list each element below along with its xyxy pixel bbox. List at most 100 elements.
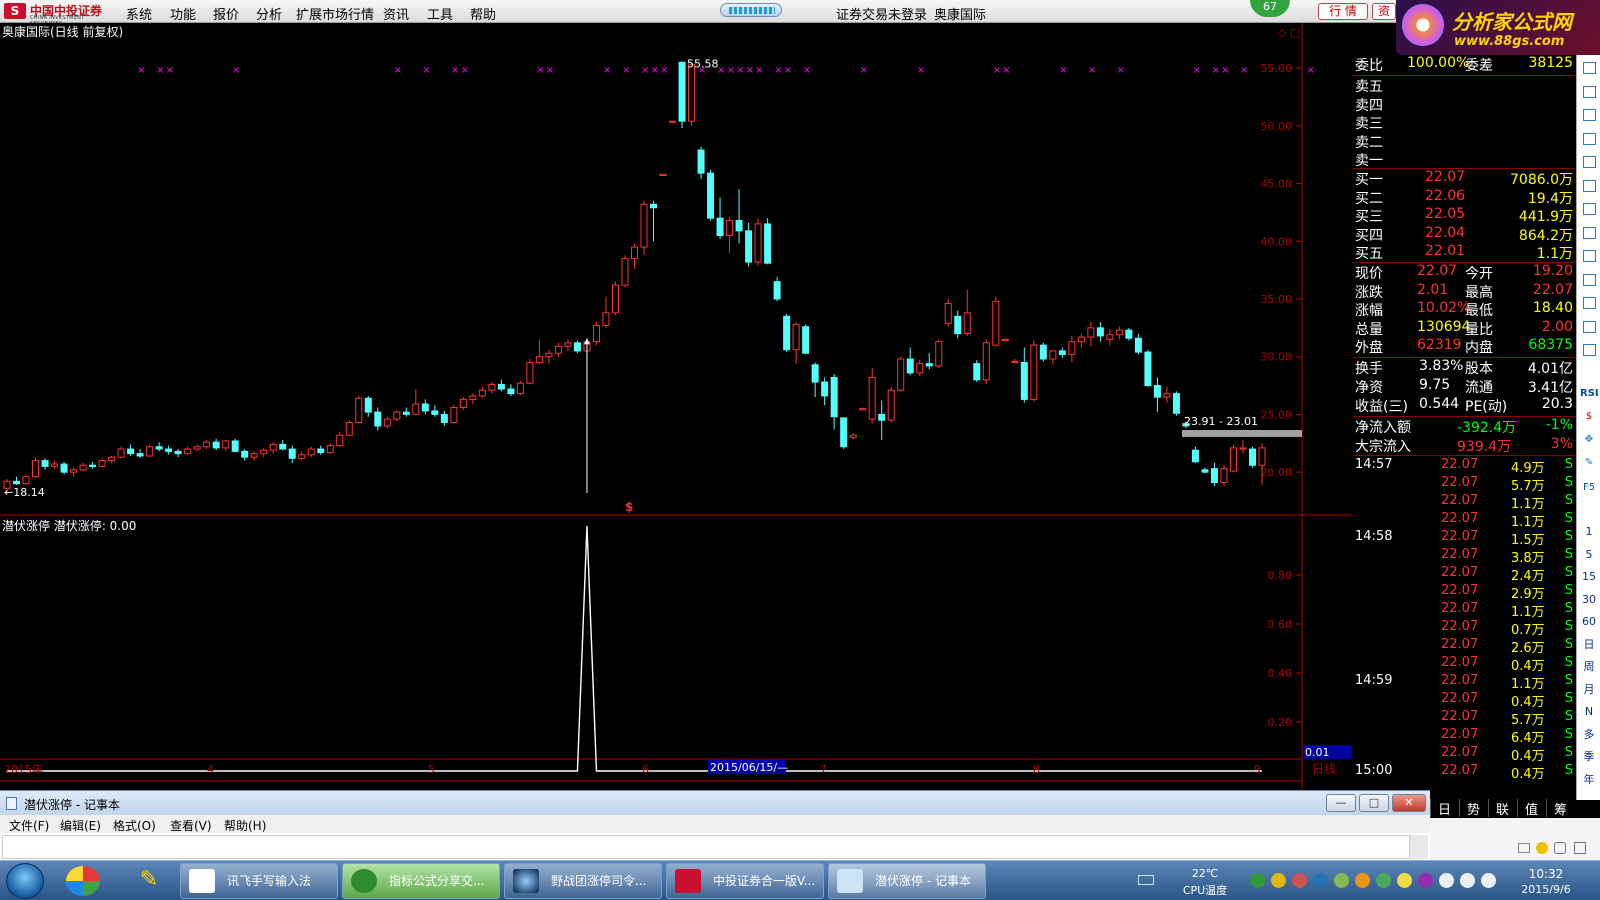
period-button[interactable]: 年 bbox=[1580, 771, 1598, 789]
kline-chart[interactable]: 奥康国际(日线 前复权) ◇ □ 55.00 50.00 45.00 40.00 35.… bbox=[0, 23, 1353, 790]
candle bbox=[640, 200, 648, 256]
tab-day[interactable]: 日 bbox=[1430, 799, 1458, 818]
maximize-button[interactable]: □ bbox=[1359, 794, 1389, 812]
tray-icon[interactable] bbox=[1439, 873, 1454, 888]
period-button[interactable]: 日 bbox=[1580, 636, 1598, 654]
date-label-may: 5 bbox=[428, 763, 435, 776]
notepad-titlebar[interactable]: 潜伏涨停 - 记事本 — □ ✕ bbox=[0, 791, 1430, 815]
period-button[interactable]: 15 bbox=[1580, 568, 1598, 586]
candle bbox=[231, 438, 239, 453]
keyboard-icon[interactable] bbox=[1138, 875, 1154, 885]
tray-icon[interactable] bbox=[1355, 873, 1370, 888]
notepad-menu-file[interactable]: 文件(F) bbox=[9, 817, 49, 834]
price-tick-label: 35.00 bbox=[1261, 293, 1293, 306]
tick-row: 22.07 2.6万 S bbox=[1441, 637, 1573, 656]
menu-help[interactable]: 帮助 bbox=[470, 4, 496, 23]
menu-function[interactable]: 功能 bbox=[170, 4, 196, 23]
signal-x-marker: × bbox=[1088, 65, 1096, 76]
period-button[interactable]: 60 bbox=[1580, 613, 1598, 631]
bar-icon[interactable] bbox=[1580, 341, 1598, 359]
notepad-menu-edit[interactable]: 编辑(E) bbox=[60, 817, 101, 834]
tray-icon[interactable] bbox=[1481, 873, 1496, 888]
tray-icon[interactable] bbox=[1250, 873, 1265, 888]
fiz-icon[interactable] bbox=[1580, 271, 1598, 289]
brand-banner: 分析家公式网 www.88gs.com bbox=[1396, 0, 1600, 55]
chart-icon[interactable] bbox=[1580, 83, 1598, 101]
pencil-icon[interactable]: ✎ bbox=[1580, 454, 1598, 472]
menu-quote[interactable]: 报价 bbox=[213, 4, 239, 23]
f10-icon[interactable] bbox=[1580, 200, 1598, 218]
period-button[interactable]: 30 bbox=[1580, 591, 1598, 609]
tray-icon[interactable] bbox=[1397, 873, 1412, 888]
taskbar-item-handwriting[interactable]: 讯飞手写输入法 bbox=[180, 863, 338, 899]
trade-login-status[interactable]: 证券交易未登录 bbox=[836, 4, 927, 23]
taskbar-item-limit-up[interactable]: 野战团涨停司令... bbox=[504, 863, 662, 899]
arrow-down-icon[interactable] bbox=[1580, 59, 1598, 77]
settings-icon[interactable] bbox=[1554, 842, 1566, 854]
signal-x-marker: × bbox=[422, 65, 430, 76]
pinned-app-icon[interactable] bbox=[66, 866, 100, 896]
crosshair-icon[interactable]: ✥ bbox=[1580, 431, 1598, 449]
tray-icon[interactable] bbox=[1292, 873, 1307, 888]
notepad-menu-view[interactable]: 查看(V) bbox=[170, 817, 212, 834]
tab-chips[interactable]: 筹 bbox=[1546, 799, 1574, 818]
period-button[interactable]: N bbox=[1580, 703, 1598, 721]
menu-tools[interactable]: 工具 bbox=[427, 4, 453, 23]
candle bbox=[944, 298, 952, 327]
taskbar-item-notepad[interactable]: 潜伏涨停 - 记事本 bbox=[828, 863, 986, 899]
tray-icon[interactable] bbox=[1334, 873, 1349, 888]
taskbar-item-securities[interactable]: 中投证券合一版V... bbox=[666, 863, 824, 899]
tab-trend[interactable]: 势 bbox=[1459, 799, 1487, 818]
start-button[interactable] bbox=[6, 863, 44, 899]
period-button[interactable]: 月 bbox=[1580, 681, 1598, 699]
table-icon[interactable] bbox=[1580, 106, 1598, 124]
notepad-menu-help[interactable]: 帮助(H) bbox=[224, 817, 266, 834]
coin-icon[interactable] bbox=[1536, 842, 1548, 854]
period-button[interactable]: 5 bbox=[1580, 546, 1598, 564]
menu-system[interactable]: 系统 bbox=[126, 4, 152, 23]
tray-icon[interactable] bbox=[1460, 873, 1475, 888]
info-button[interactable]: 资 bbox=[1372, 3, 1396, 20]
tray-icon[interactable] bbox=[1376, 873, 1391, 888]
tray-icon[interactable] bbox=[1313, 873, 1328, 888]
clock-icon[interactable] bbox=[1580, 318, 1598, 336]
menu-extended-market[interactable]: 扩展市场行情 bbox=[296, 4, 374, 23]
notepad-scrollbar[interactable] bbox=[1410, 835, 1428, 859]
tray-icon[interactable] bbox=[1418, 873, 1433, 888]
notification-badge[interactable]: 67 bbox=[1250, 0, 1290, 17]
menu-news[interactable]: 资讯 bbox=[383, 4, 409, 23]
rsi-icon[interactable]: RSI bbox=[1580, 385, 1599, 403]
grid-icon[interactable] bbox=[1574, 842, 1586, 854]
tray-icon[interactable] bbox=[1271, 873, 1286, 888]
tab-value[interactable]: 值 bbox=[1517, 799, 1545, 818]
signal-x-marker: × bbox=[232, 65, 240, 76]
calendar-icon[interactable] bbox=[1580, 224, 1598, 242]
price-range-band bbox=[1182, 430, 1302, 437]
dollar-icon[interactable]: $ bbox=[1580, 408, 1598, 426]
period-button[interactable]: 季 bbox=[1580, 748, 1598, 766]
menu-analysis[interactable]: 分析 bbox=[256, 4, 282, 23]
doc-icon[interactable] bbox=[1580, 247, 1598, 265]
notepad-text-area[interactable] bbox=[2, 835, 1410, 859]
taskbar-item-formula-share[interactable]: 指标公式分享交... bbox=[342, 863, 500, 899]
quote-stat-row: 外盘 62319 内盘 68375 bbox=[1355, 337, 1573, 357]
period-button[interactable]: 周 bbox=[1580, 658, 1598, 676]
notepad-menu-format[interactable]: 格式(O) bbox=[113, 817, 156, 834]
period-button[interactable]: 多 bbox=[1580, 726, 1598, 744]
f-icon[interactable] bbox=[1580, 294, 1598, 312]
tab-linked[interactable]: 联 bbox=[1488, 799, 1516, 818]
capital-flow-row: 净流入额 -392.4万 -1% bbox=[1355, 417, 1573, 436]
line-chart-icon[interactable] bbox=[1580, 130, 1598, 148]
close-button[interactable]: ✕ bbox=[1392, 794, 1426, 812]
f5-icon[interactable]: F5 bbox=[1580, 479, 1598, 497]
market-quote-button[interactable]: 行 情 bbox=[1318, 3, 1368, 20]
signal-dollar-marker: $ bbox=[625, 500, 633, 514]
period-button[interactable]: 1 bbox=[1580, 523, 1598, 541]
minimize-button[interactable]: — bbox=[1326, 794, 1356, 812]
list-icon[interactable] bbox=[1580, 177, 1598, 195]
price-tick-label: 45.00 bbox=[1261, 178, 1293, 191]
layout-icon[interactable] bbox=[1518, 843, 1530, 853]
banner-url: www.88gs.com bbox=[1454, 34, 1565, 49]
pen-tool-icon[interactable]: ✎ bbox=[134, 867, 164, 895]
candle-icon[interactable] bbox=[1580, 153, 1598, 171]
